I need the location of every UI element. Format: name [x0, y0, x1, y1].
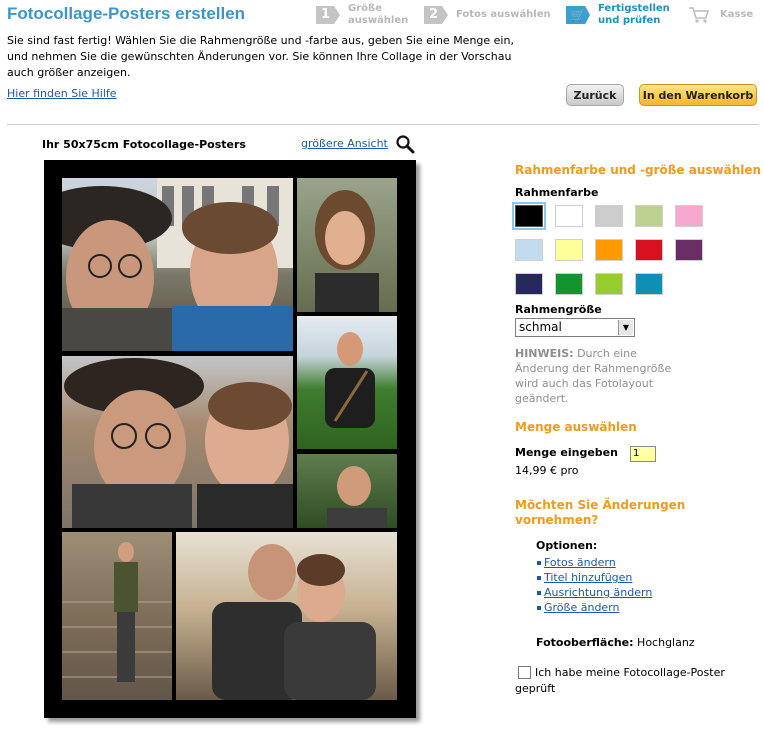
back-button[interactable]: Zurück [566, 84, 624, 106]
confirm-checkbox-label: Ich habe meine Fotocollage-Poster geprüf… [515, 666, 725, 695]
list-item: Fotos ändern [537, 555, 652, 570]
color-swatch-lime[interactable] [595, 273, 623, 295]
step-label: Größe [348, 3, 382, 14]
step-photos: 2 Fotos auswählen [424, 6, 551, 24]
confirm-checkbox[interactable] [518, 666, 531, 679]
color-swatch-black[interactable] [512, 202, 546, 230]
cart-icon [689, 7, 709, 23]
frame-size-value: schmal [519, 320, 562, 334]
list-item: Ausrichtung ändern [537, 585, 652, 600]
step-size: 1 Größe auswählen [316, 3, 408, 27]
page-title: Fotocollage-Posters erstellen [7, 4, 246, 23]
progress-steps: 1 Größe auswählen 2 Fotos auswählen 🛒 Fer… [316, 3, 761, 33]
quantity-heading: Menge auswählen [515, 420, 637, 434]
unit-price: 14,99 € pro [515, 464, 579, 477]
bullet-icon [537, 575, 541, 580]
color-swatch-light-blue[interactable] [515, 239, 543, 261]
add-to-cart-button[interactable]: In den Warenkorb [639, 84, 757, 106]
collage-photo[interactable] [297, 454, 397, 528]
collage-photo[interactable] [62, 356, 293, 528]
collage-poster-preview[interactable] [44, 160, 416, 718]
step-number: 1 [316, 6, 340, 24]
step-label: Fertigstellen [598, 3, 670, 14]
step-finish: 🛒 Fertigstellen und prüfen [566, 3, 670, 27]
color-swatch-green[interactable] [555, 273, 583, 295]
step-label: Kasse [720, 9, 754, 20]
change-size-link[interactable]: Größe ändern [544, 600, 620, 615]
step-number: 2 [424, 6, 448, 24]
step-label: auswählen [348, 15, 409, 26]
list-item: Größe ändern [537, 600, 652, 615]
color-swatch-sage[interactable] [635, 205, 663, 227]
surface-label: Fotooberfläche: [536, 636, 634, 649]
step-checkout: Kasse [688, 6, 753, 24]
bullet-icon [537, 560, 541, 565]
chevron-down-icon[interactable]: ▼ [618, 320, 633, 335]
color-swatch-teal[interactable] [635, 273, 663, 295]
collage-photo[interactable] [297, 316, 397, 449]
collage-photo[interactable] [62, 178, 293, 351]
collage-photo[interactable] [297, 178, 397, 312]
step-label: Fotos auswählen [456, 9, 551, 20]
options-label: Optionen: [536, 539, 598, 552]
cart-icon: 🛒 [566, 6, 590, 24]
add-title-link[interactable]: Titel hinzufügen [544, 570, 632, 585]
color-swatch-purple[interactable] [675, 239, 703, 261]
color-swatch-light-yellow[interactable] [555, 239, 583, 261]
changes-heading: Möchten Sie Änderungen vornehmen? [515, 498, 685, 528]
larger-view-link[interactable]: größere Ansicht [301, 137, 388, 150]
step-label: und prüfen [598, 15, 661, 26]
bullet-icon [537, 605, 541, 610]
list-item: Titel hinzufügen [537, 570, 652, 585]
color-swatch-pink[interactable] [675, 205, 703, 227]
change-orientation-link[interactable]: Ausrichtung ändern [544, 585, 652, 600]
frame-color-label: Rahmenfarbe [515, 186, 599, 199]
magnifier-icon[interactable] [395, 134, 415, 154]
help-link[interactable]: Hier finden Sie Hilfe [7, 87, 117, 100]
surface-value: Hochglanz [637, 636, 695, 649]
collage-photo[interactable] [176, 532, 397, 700]
frame-size-select[interactable]: schmal ▼ [515, 318, 635, 337]
quantity-input[interactable]: 1 [630, 446, 656, 462]
color-swatch-white[interactable] [555, 205, 583, 227]
collage-photo[interactable] [62, 532, 172, 700]
color-swatch-red[interactable] [635, 239, 663, 261]
options-list: Fotos ändern Titel hinzufügen Ausrichtun… [537, 555, 652, 615]
intro-text: Sie sind fast fertig! Wählen Sie die Rah… [7, 34, 514, 79]
frame-heading: Rahmenfarbe und -größe auswählen [515, 163, 762, 177]
preview-title: Ihr 50x75cm Fotocollage-Posters [42, 138, 246, 151]
frame-size-label: Rahmengröße [515, 303, 602, 316]
color-swatch-navy[interactable] [515, 273, 543, 295]
color-swatch-orange[interactable] [595, 239, 623, 261]
changes-heading-line: vornehmen? [515, 513, 599, 527]
hint-label: HINWEIS: [515, 347, 574, 360]
changes-heading-line: Möchten Sie Änderungen [515, 498, 686, 512]
quantity-label: Menge eingeben [515, 446, 618, 459]
photo-surface: Fotooberfläche: Hochglanz [536, 636, 695, 649]
hint-text: HINWEIS: Durch eine Änderung der Rahmeng… [515, 346, 690, 406]
color-swatch-silver[interactable] [595, 205, 623, 227]
bullet-icon [537, 590, 541, 595]
divider [7, 124, 759, 125]
change-photos-link[interactable]: Fotos ändern [544, 555, 616, 570]
